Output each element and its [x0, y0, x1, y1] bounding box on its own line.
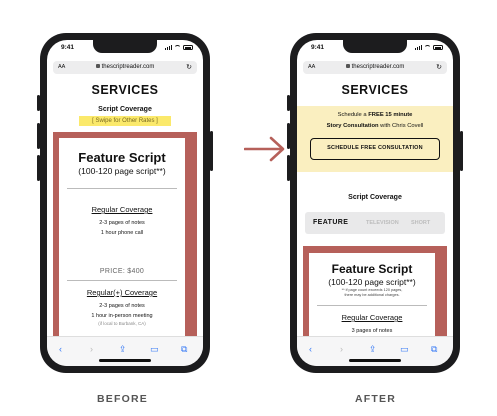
rp-detail-1: 2-3 pages of notes [99, 303, 145, 309]
rc-detail-1: 3 pages of notes [351, 328, 393, 334]
card-title: Feature Script [331, 262, 413, 276]
divider [67, 280, 177, 281]
phone-screen: 9:41 AA thescriptreader.com ↻ SERVICES S… [297, 40, 453, 366]
divider [317, 305, 427, 306]
volume-down-button [37, 155, 40, 181]
phone-after: 9:41 AA thescriptreader.com ↻ SERVICES S… [287, 33, 463, 373]
phone-screen: 9:41 AA thescriptreader.com ↻ SERVICES S… [47, 40, 203, 366]
arrow-right-icon [244, 136, 285, 162]
price-text: PRICE: $400 [99, 268, 145, 275]
tab-short[interactable]: SHORT [411, 220, 430, 226]
battery-icon [183, 45, 193, 50]
reload-icon[interactable]: ↻ [436, 63, 442, 71]
regular-coverage-title: Regular Coverage [341, 313, 403, 322]
divider [67, 188, 177, 189]
address-bar[interactable]: AA thescriptreader.com ↻ [53, 61, 197, 74]
lock-icon [345, 64, 350, 69]
forward-icon[interactable]: › [90, 344, 93, 354]
share-icon[interactable]: ⇪ [119, 344, 127, 355]
script-coverage-heading: Script Coverage [348, 194, 402, 201]
battery-icon [433, 45, 443, 50]
page-content: SERVICES Script Coverage [ Swipe for Oth… [47, 76, 203, 336]
volume-up-button [37, 123, 40, 149]
home-indicator [349, 359, 401, 362]
card-page-range: (100-120 page script**) [78, 166, 166, 176]
banner-line-2: Story Consultation with Chris Covell [326, 123, 424, 129]
status-time: 9:41 [311, 44, 325, 51]
swipe-note: [ Swipe for Other Rates ] [79, 116, 171, 126]
forward-icon[interactable]: › [340, 344, 343, 354]
rp-detail-3: (if local to Burbank, CA) [98, 321, 146, 326]
regular-plus-coverage-title: Regular(+) Coverage [86, 288, 158, 297]
card-footnote: ** if page count exceeds 120 pages, there… [341, 288, 403, 297]
safari-toolbar: ‹ › ⇪ ▭ ⧉ [297, 336, 453, 366]
tabs-icon[interactable]: ⧉ [181, 344, 187, 355]
rc-detail-1: 2-3 pages of notes [99, 220, 145, 226]
tabs-icon[interactable]: ⧉ [431, 344, 437, 355]
rate-tabs: FEATURE TELEVISION SHORT [305, 212, 445, 234]
safari-toolbar: ‹ › ⇪ ▭ ⧉ [47, 336, 203, 366]
back-icon[interactable]: ‹ [59, 344, 62, 354]
address-bar[interactable]: AA thescriptreader.com ↻ [303, 61, 447, 74]
notch [93, 40, 157, 53]
power-button [460, 131, 463, 171]
phone-before: 9:41 AA thescriptreader.com ↻ SERVICES S… [37, 33, 213, 373]
page-content: SERVICES Schedule a FREE 15 minute Story… [297, 76, 453, 336]
side-button [287, 95, 290, 111]
after-caption: AFTER [355, 393, 396, 405]
url-text: thescriptreader.com [351, 64, 405, 70]
wifi-icon [424, 45, 431, 50]
side-button [37, 95, 40, 111]
back-icon[interactable]: ‹ [309, 344, 312, 354]
script-coverage-heading: Script Coverage [98, 106, 152, 113]
power-button [210, 131, 213, 171]
regular-coverage-title: Regular Coverage [91, 205, 153, 214]
tab-television[interactable]: TELEVISION [366, 220, 399, 226]
tab-feature[interactable]: FEATURE [313, 219, 348, 226]
notch [343, 40, 407, 53]
card-page-range: (100-120 page script**) [328, 277, 416, 287]
bookmarks-icon[interactable]: ▭ [400, 344, 409, 355]
reload-icon[interactable]: ↻ [186, 63, 192, 71]
services-heading: SERVICES [91, 83, 159, 97]
rp-detail-2: 1 hour in-person meeting [91, 313, 153, 319]
volume-up-button [287, 123, 290, 149]
services-heading: SERVICES [341, 83, 409, 97]
card-title: Feature Script [78, 150, 166, 165]
feature-script-card[interactable]: Feature Script (100-120 page script**) *… [309, 253, 435, 336]
home-indicator [99, 359, 151, 362]
consultation-banner: Schedule a FREE 15 minute Story Consulta… [297, 106, 453, 172]
feature-script-card[interactable]: Feature Script (100-120 page script**) R… [59, 138, 185, 336]
signal-icon [165, 45, 172, 50]
wifi-icon [174, 45, 181, 50]
banner-line-1: Schedule a FREE 15 minute [337, 112, 413, 118]
signal-icon [415, 45, 422, 50]
lock-icon [95, 64, 100, 69]
status-time: 9:41 [61, 44, 75, 51]
rc-detail-2: 1 hour phone call [100, 230, 144, 236]
share-icon[interactable]: ⇪ [369, 344, 377, 355]
before-caption: BEFORE [97, 393, 148, 405]
schedule-consultation-button[interactable]: SCHEDULE FREE CONSULTATION [310, 138, 440, 160]
url-text: thescriptreader.com [101, 64, 155, 70]
bookmarks-icon[interactable]: ▭ [150, 344, 159, 355]
volume-down-button [287, 155, 290, 181]
